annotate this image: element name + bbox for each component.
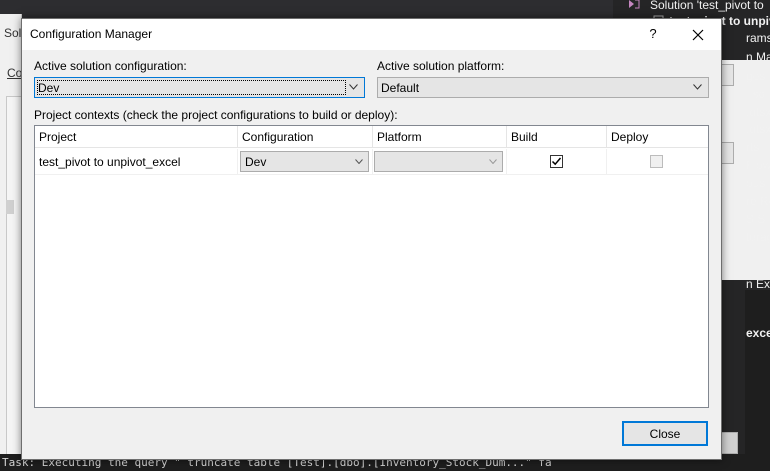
solution-explorer-item[interactable]: Solution 'test_pivot to <box>650 0 764 12</box>
solution-explorer-item[interactable]: rams <box>746 31 770 45</box>
build-cell <box>507 149 607 175</box>
background-window-panel <box>6 96 22 456</box>
column-header-deploy[interactable]: Deploy <box>607 126 708 148</box>
solution-explorer-item[interactable]: ous <box>746 176 765 190</box>
active-platform-label: Active solution platform: <box>377 59 505 73</box>
check-icon <box>551 157 562 166</box>
chevron-down-icon <box>489 159 497 164</box>
solution-explorer-item[interactable]: Flow <box>746 158 770 172</box>
active-config-dropdown[interactable]: Dev <box>34 77 365 98</box>
row-configuration-dropdown[interactable]: Dev <box>240 151 369 172</box>
solution-explorer-item[interactable]: rts <box>746 140 759 154</box>
close-button[interactable]: Close <box>622 421 708 446</box>
project-contexts-grid: Project Configuration Platform Build Dep… <box>34 125 709 408</box>
solution-explorer-item[interactable]: n Ma <box>746 50 770 64</box>
solution-explorer-item[interactable]: SIS In <box>746 212 770 226</box>
active-config-value: Dev <box>38 81 60 95</box>
help-button[interactable]: ? <box>640 21 666 47</box>
grid-header: Project Configuration Platform Build Dep… <box>35 126 708 148</box>
background-window-title: Sol <box>4 26 22 40</box>
solution-explorer-item[interactable]: torag <box>746 230 770 244</box>
deploy-checkbox[interactable] <box>650 155 663 168</box>
properties-title: exce <box>746 326 770 340</box>
active-config-label: Active solution configuration: <box>34 59 187 73</box>
row-platform-dropdown[interactable] <box>374 151 503 172</box>
column-header-project[interactable]: Project <box>35 126 238 148</box>
solution-explorer-tab[interactable]: n Exp <box>746 277 770 291</box>
solution-explorer-item[interactable]: ges <box>746 69 765 83</box>
project-cell: test_pivot to unpivot_excel <box>35 149 238 175</box>
table-row: test_pivot to unpivot_excel Dev <box>35 149 708 175</box>
configuration-cell: Dev <box>238 149 373 175</box>
solution-explorer-item[interactable]: .dtsx <box>746 105 770 119</box>
configuration-manager-dialog: Configuration Manager ? Active solution … <box>21 18 722 460</box>
build-checkbox[interactable] <box>550 155 563 168</box>
chevron-down-icon <box>691 78 705 97</box>
solution-explorer-item[interactable]: .dtsx <box>746 122 770 136</box>
row-configuration-value: Dev <box>245 155 267 169</box>
column-header-platform[interactable]: Platform <box>373 126 507 148</box>
background-window-left: Sol Co <box>0 14 22 456</box>
close-icon[interactable] <box>680 21 716 47</box>
project-contexts-label: Project contexts (check the project conf… <box>34 108 398 122</box>
background-window-button <box>6 200 14 214</box>
active-platform-value: Default <box>381 81 420 95</box>
active-platform-dropdown[interactable]: Default <box>377 77 709 98</box>
solution-explorer-item[interactable]: _sql <box>746 87 768 101</box>
solution-explorer-item[interactable]: re Re <box>746 194 770 208</box>
column-header-build[interactable]: Build <box>507 126 607 148</box>
solution-icon <box>627 0 641 13</box>
focus-rect <box>37 80 346 95</box>
project-name: test_pivot to unpivot_excel <box>39 155 181 169</box>
platform-cell <box>373 149 507 175</box>
background-dark-panel <box>745 290 770 471</box>
chevron-down-icon <box>355 159 363 164</box>
chevron-down-icon <box>347 78 361 97</box>
column-header-configuration[interactable]: Configuration <box>238 126 373 148</box>
dialog-title: Configuration Manager <box>30 27 153 41</box>
dialog-titlebar[interactable]: Configuration Manager ? <box>22 19 721 50</box>
deploy-cell <box>607 149 708 175</box>
